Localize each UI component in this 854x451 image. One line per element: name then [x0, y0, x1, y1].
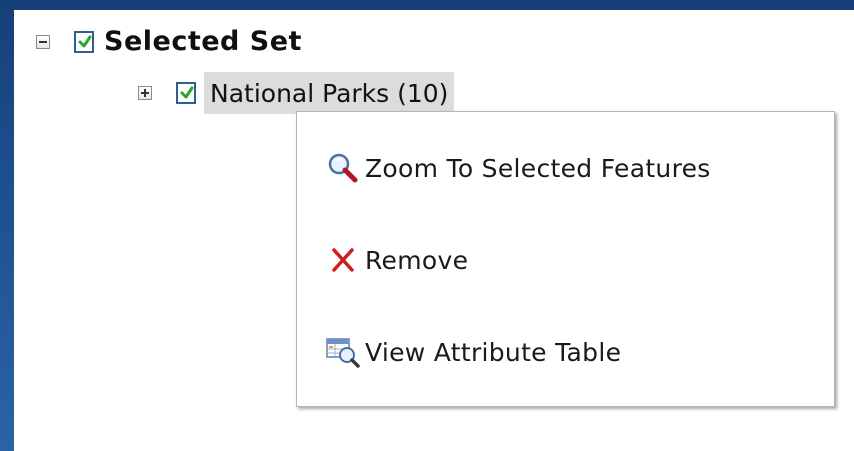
- menu-item-zoom-to-selected[interactable]: Zoom To Selected Features: [325, 150, 711, 186]
- layer-label: National Parks (10): [210, 78, 449, 108]
- tree-node-national-parks[interactable]: National Parks (10): [138, 72, 455, 114]
- menu-item-remove[interactable]: Remove: [325, 242, 468, 278]
- checkmark-icon: [180, 86, 194, 99]
- menu-item-label: View Attribute Table: [365, 337, 622, 367]
- magnifier-icon: [325, 150, 361, 186]
- selected-set-checkbox[interactable]: [74, 30, 94, 53]
- checkmark-icon: [78, 35, 92, 47]
- menu-item-label: Zoom To Selected Features: [365, 153, 711, 183]
- national-parks-checkbox[interactable]: [176, 82, 196, 104]
- context-menu: Zoom To Selected Features Remove View At…: [296, 111, 835, 407]
- tree-node-selected-set: Selected Set: [36, 26, 302, 57]
- menu-item-label: Remove: [365, 245, 469, 275]
- expand-plus-icon[interactable]: [138, 86, 152, 100]
- tree-node-label: Selected Set: [104, 26, 302, 57]
- attribute-table-icon: [325, 334, 361, 370]
- red-x-icon: [325, 242, 361, 278]
- collapse-minus-icon[interactable]: [36, 34, 50, 49]
- menu-item-view-attribute-table[interactable]: View Attribute Table: [325, 334, 621, 370]
- layer-selection-highlight[interactable]: National Parks (10): [204, 72, 455, 114]
